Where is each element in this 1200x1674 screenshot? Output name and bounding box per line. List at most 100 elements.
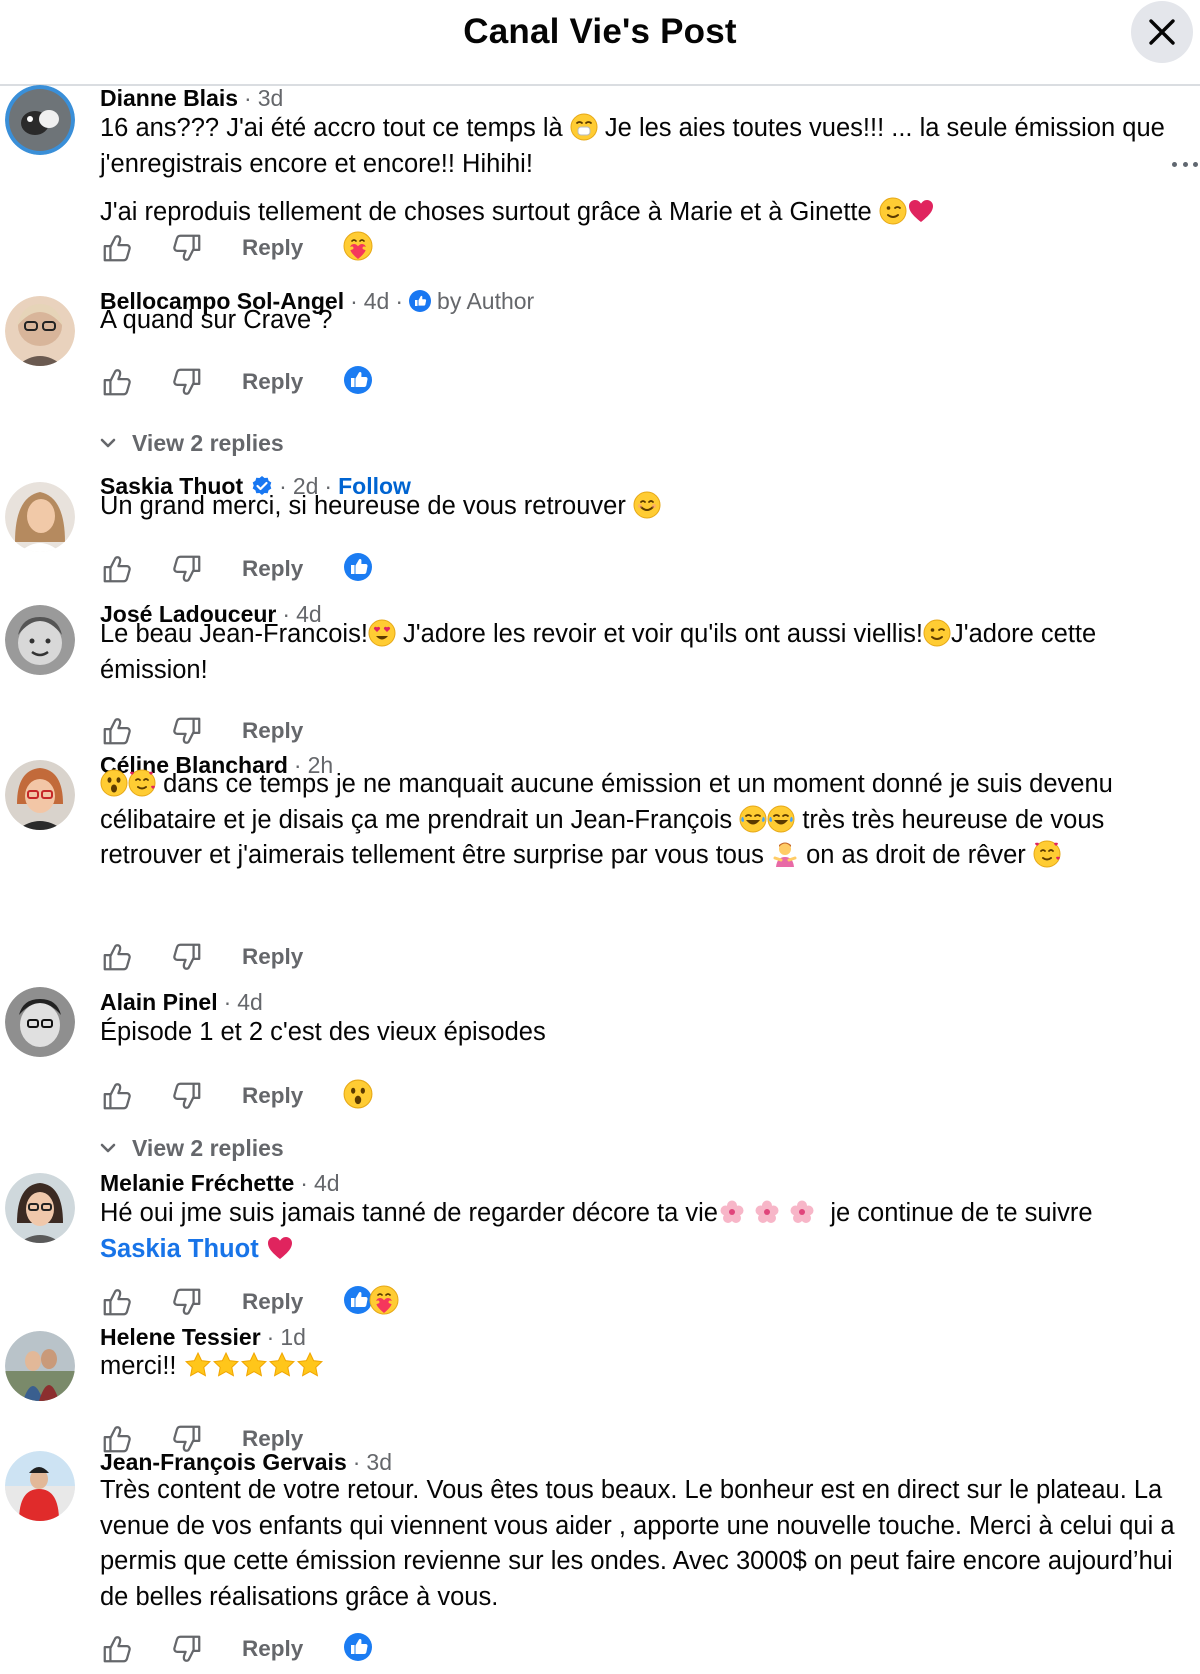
comment-text: Le beau Jean-Francois! J'adore les revoi…	[100, 619, 1097, 684]
reply-button[interactable]: Reply	[242, 941, 303, 973]
dislike-button[interactable]	[170, 714, 204, 748]
avatar[interactable]	[5, 760, 75, 830]
thumbs-up-icon	[101, 232, 133, 264]
avatar[interactable]	[5, 1331, 75, 1401]
dislike-button[interactable]	[170, 1285, 204, 1319]
dislike-button[interactable]	[170, 1079, 204, 1113]
avatar[interactable]	[5, 987, 75, 1057]
close-icon	[1149, 19, 1175, 45]
like-button[interactable]	[100, 714, 134, 748]
chevron-down-icon	[100, 1142, 116, 1154]
comment-actions: Reply	[100, 230, 134, 266]
comment-actions: Reply	[100, 1631, 134, 1667]
dislike-button[interactable]	[170, 940, 204, 974]
reaction-summary[interactable]	[343, 1079, 373, 1109]
thumbs-up-icon	[101, 1286, 133, 1318]
comment-author[interactable]: Alain Pinel	[100, 987, 218, 1017]
thumbs-up-icon	[101, 715, 133, 747]
thumbs-down-icon	[171, 232, 203, 264]
dislike-button[interactable]	[170, 365, 204, 399]
smiling-face-emoji-icon	[633, 491, 661, 519]
close-button[interactable]	[1131, 1, 1193, 63]
reply-button[interactable]: Reply	[242, 232, 303, 264]
star-emoji-icon	[240, 1351, 268, 1379]
dislike-button[interactable]	[170, 231, 204, 265]
dislike-button[interactable]	[170, 1632, 204, 1666]
avatar[interactable]	[5, 296, 75, 366]
reply-button[interactable]: Reply	[242, 366, 303, 398]
tears-of-joy-emoji-icon	[767, 805, 795, 833]
like-button[interactable]	[100, 1632, 134, 1666]
reaction-summary[interactable]	[343, 552, 373, 582]
avatar[interactable]	[5, 1451, 75, 1521]
comment-text: merci!!	[100, 1349, 1180, 1385]
comment-text: Hé oui jme suis jamais tanné de regarder…	[100, 1198, 1093, 1263]
like-button[interactable]	[100, 231, 134, 265]
star-emoji-icon	[212, 1351, 240, 1379]
winking-face-emoji-icon	[879, 197, 907, 225]
comment-meta: Melanie Fréchette · 4d	[100, 1168, 340, 1198]
thumbs-down-icon	[171, 553, 203, 585]
comment-author[interactable]: Helene Tessier	[100, 1322, 261, 1352]
person-gesturing-emoji-icon	[771, 840, 799, 868]
like-button[interactable]	[100, 1285, 134, 1319]
post-header: Canal Vie's Post	[0, 0, 1200, 86]
avatar[interactable]	[5, 1173, 75, 1243]
winking-face-emoji-icon	[923, 619, 951, 647]
comment-actions: Reply	[100, 1078, 134, 1114]
reaction-summary[interactable]	[343, 1632, 373, 1662]
mention-link[interactable]: Saskia Thuot	[100, 1235, 259, 1263]
avatar[interactable]	[5, 85, 75, 155]
comment-actions: Reply	[100, 939, 303, 975]
comment-actions: Reply	[100, 1284, 134, 1320]
thumbs-down-icon	[171, 715, 203, 747]
like-reaction-icon	[343, 1632, 373, 1662]
thumbs-up-icon	[101, 941, 133, 973]
comment-time[interactable]: 4d	[237, 987, 263, 1017]
cherry-blossom-emoji-icon	[718, 1198, 746, 1226]
reply-button[interactable]: Reply	[242, 1286, 303, 1318]
comment-text: A quand sur Crave ?	[100, 306, 333, 334]
comment-meta: Alain Pinel · 4d	[100, 987, 263, 1017]
avatar[interactable]	[5, 482, 75, 552]
comment-time[interactable]: 3d	[258, 83, 284, 113]
comment-time[interactable]: 4d	[314, 1168, 340, 1198]
face-with-mask-emoji-icon	[570, 113, 598, 141]
thumbs-up-icon	[101, 1080, 133, 1112]
thumbs-down-icon	[171, 1286, 203, 1318]
like-reaction-icon	[343, 365, 373, 395]
like-button[interactable]	[100, 552, 134, 586]
thumbs-down-icon	[171, 1633, 203, 1665]
comment-actions: Reply	[100, 551, 134, 587]
view-replies-button[interactable]: View 2 replies	[100, 428, 284, 458]
reaction-summary[interactable]	[343, 1285, 399, 1315]
comment-author[interactable]: Melanie Fréchette	[100, 1168, 294, 1198]
reply-button[interactable]: Reply	[242, 553, 303, 585]
like-button[interactable]	[100, 940, 134, 974]
thumbs-up-icon	[101, 553, 133, 585]
comment-meta: Dianne Blais · 3d	[100, 83, 284, 113]
like-button[interactable]	[100, 365, 134, 399]
astonished-face-emoji-icon	[100, 769, 128, 797]
comment-actions: Reply	[100, 713, 303, 749]
cherry-blossom-emoji-icon	[788, 1198, 816, 1226]
thumbs-down-icon	[171, 941, 203, 973]
comment-time[interactable]: 1d	[280, 1322, 306, 1352]
reaction-summary[interactable]	[343, 231, 373, 261]
cherry-blossom-emoji-icon	[753, 1198, 781, 1226]
reply-button[interactable]: Reply	[242, 1633, 303, 1665]
like-button[interactable]	[100, 1079, 134, 1113]
care-reaction-icon	[369, 1285, 399, 1315]
star-emoji-icon	[296, 1351, 324, 1379]
reaction-summary[interactable]	[343, 365, 373, 395]
comment-text: dans ce temps je ne manquait aucune émis…	[100, 769, 1113, 869]
view-replies-button[interactable]: View 2 replies	[100, 1133, 284, 1163]
avatar[interactable]	[5, 605, 75, 675]
comment-author[interactable]: Dianne Blais	[100, 83, 238, 113]
comment-text: Un grand merci, si heureuse de vous retr…	[100, 489, 1180, 525]
thumbs-up-icon	[101, 366, 133, 398]
reply-button[interactable]: Reply	[242, 1080, 303, 1112]
dislike-button[interactable]	[170, 552, 204, 586]
reply-button[interactable]: Reply	[242, 715, 303, 747]
star-emoji-icon	[268, 1351, 296, 1379]
